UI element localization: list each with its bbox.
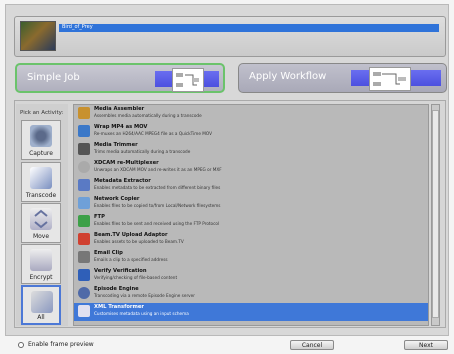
simple-job-button[interactable]: Simple Job xyxy=(15,63,225,93)
list-item[interactable]: Verify Verification Verifying/checking of… xyxy=(74,267,428,285)
remux-icon xyxy=(78,161,90,173)
list-item-selected[interactable]: XML Transformer Customises metadata using… xyxy=(74,303,428,321)
next-button[interactable]: Next xyxy=(404,340,448,350)
transcode-icon xyxy=(30,167,52,189)
category-label: Transcode xyxy=(25,192,57,199)
wrap-icon xyxy=(78,125,90,137)
list-item[interactable]: Media Assembler Assembles media automatic… xyxy=(74,105,428,123)
source-filename-bar[interactable]: Bird_of_Prey xyxy=(59,24,439,32)
camera-icon xyxy=(30,125,52,147)
category-all[interactable]: All xyxy=(21,285,61,325)
category-encrypt[interactable]: Encrypt xyxy=(21,244,61,284)
list-item[interactable]: XDCAM re-Multiplexer Unwraps an XDCAM MOV… xyxy=(74,159,428,177)
ftp-icon xyxy=(78,215,90,227)
category-transcode[interactable]: Transcode xyxy=(21,162,61,202)
list-item[interactable]: Media Trimmer Trims media automatically d… xyxy=(74,141,428,159)
apply-workflow-button[interactable]: Apply Workflow xyxy=(238,63,447,93)
category-move[interactable]: Move xyxy=(21,203,61,243)
verify-icon xyxy=(78,269,90,281)
list-item[interactable]: Metadata Extractor Enables metadata to be… xyxy=(74,177,428,195)
category-label: Capture xyxy=(29,150,53,157)
all-tools-icon xyxy=(31,291,53,313)
list-item[interactable]: Network Copier Enables files to be copied… xyxy=(74,195,428,213)
move-arrows-icon xyxy=(30,208,52,230)
list-item[interactable]: Beam.TV Upload Adaptor Enables assets to … xyxy=(74,231,428,249)
encrypt-icon xyxy=(30,249,52,271)
tool-list[interactable]: Media Assembler Assembles media automatic… xyxy=(73,104,429,326)
apply-workflow-icon xyxy=(369,67,411,91)
enable-preview-checkbox[interactable] xyxy=(18,342,24,348)
episode-icon xyxy=(78,287,90,299)
email-icon xyxy=(78,251,90,263)
simple-job-label: Simple Job xyxy=(27,72,80,83)
trim-icon xyxy=(78,143,90,155)
list-item[interactable]: Episode Engine Transcoding via a remote E… xyxy=(74,285,428,303)
network-icon xyxy=(78,197,90,209)
list-item[interactable]: Email Clip Emails a clip to a specified a… xyxy=(74,249,428,267)
list-item[interactable]: FTP Enables files to be sent and received… xyxy=(74,213,428,231)
simple-job-icon xyxy=(172,68,204,92)
beam-icon xyxy=(78,233,90,245)
list-item[interactable]: Wrap MP4 as MOV Re-muxes an H264/AAC MPEG… xyxy=(74,123,428,141)
category-label: All xyxy=(37,314,45,321)
scrollbar-thumb[interactable] xyxy=(432,110,439,318)
category-label: Move xyxy=(32,233,50,240)
source-filename: Bird_of_Prey xyxy=(62,24,93,30)
enable-preview-label: Enable frame preview xyxy=(28,341,94,348)
apply-workflow-label: Apply Workflow xyxy=(249,71,327,82)
pick-activity-label: Pick an Activity: xyxy=(20,110,64,116)
hammer-icon xyxy=(78,107,90,119)
cancel-button[interactable]: Cancel xyxy=(290,340,334,350)
source-thumbnail xyxy=(20,21,56,51)
metadata-icon xyxy=(78,179,90,191)
xml-icon xyxy=(78,305,90,317)
category-capture[interactable]: Capture xyxy=(21,120,61,160)
category-label: Encrypt xyxy=(29,274,53,281)
